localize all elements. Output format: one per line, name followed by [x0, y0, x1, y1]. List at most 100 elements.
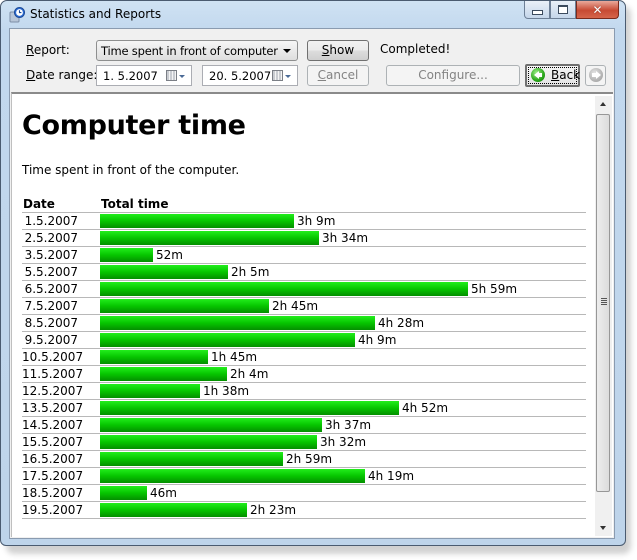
statistics-window: Statistics and Reports ✕ Report: Time sp…	[0, 0, 626, 546]
date-from-value: 1. 5.2007	[103, 69, 158, 83]
report-label: Report:	[26, 43, 70, 57]
time-bar	[100, 333, 355, 347]
time-label: 4h 19m	[368, 469, 415, 483]
time-label: 3h 9m	[297, 214, 336, 228]
date-cell: 15.5.2007	[22, 435, 84, 449]
time-bar	[100, 265, 228, 279]
vertical-scrollbar[interactable]	[595, 96, 612, 536]
minimize-icon	[531, 9, 543, 15]
date-cell: 11.5.2007	[22, 367, 84, 381]
table-row: 3.5.2007 52m	[22, 246, 586, 263]
time-label: 2h 45m	[272, 299, 319, 313]
configure-button[interactable]: Configure...	[386, 65, 520, 86]
back-accesskey: B	[551, 68, 560, 82]
time-label: 46m	[150, 486, 177, 500]
status-text: Completed!	[380, 42, 451, 56]
time-bar	[100, 299, 269, 313]
scroll-up-icon[interactable]	[600, 102, 606, 106]
time-bar	[100, 503, 247, 517]
table-row: 12.5.2007 1h 38m	[22, 382, 586, 399]
column-header-total-time: Total time	[101, 197, 169, 211]
table-row: 5.5.2007 2h 5m	[22, 263, 586, 280]
time-bar	[100, 350, 208, 364]
report-label-text: eport:	[33, 43, 70, 57]
scrollbar-thumb[interactable]	[596, 114, 610, 492]
table-row: 19.5.2007 2h 23m	[22, 501, 586, 519]
back-label-text: ack	[559, 68, 581, 82]
app-clock-icon	[9, 7, 25, 23]
chevron-down-icon	[285, 75, 291, 78]
forward-button[interactable]	[585, 65, 606, 86]
show-label: how	[329, 43, 355, 57]
date-cell: 9.5.2007	[24, 333, 78, 347]
back-label: Back	[551, 66, 580, 85]
table-row: 11.5.2007 2h 4m	[22, 365, 586, 382]
time-label: 2h 59m	[286, 452, 333, 466]
time-bar	[100, 248, 153, 262]
date-cell: 3.5.2007	[24, 248, 78, 262]
date-cell: 12.5.2007	[22, 384, 84, 398]
date-cell: 2.5.2007	[24, 231, 78, 245]
time-bar	[100, 435, 317, 449]
date-range-label: Date range:	[26, 68, 97, 82]
table-row: 15.5.2007 3h 32m	[22, 433, 586, 450]
time-label: 3h 37m	[325, 418, 372, 432]
date-to-picker[interactable]: 20. 5.2007	[202, 65, 298, 86]
column-header-date: Date	[23, 197, 55, 211]
table-row: 2.5.2007 3h 34m	[22, 229, 586, 246]
time-label: 4h 52m	[402, 401, 449, 415]
date-cell: 18.5.2007	[22, 486, 84, 500]
back-button[interactable]: Back	[525, 64, 580, 87]
chevron-down-icon	[179, 75, 185, 78]
time-label: 3h 32m	[320, 435, 367, 449]
table-row: 6.5.2007 5h 59m	[22, 280, 586, 297]
time-label: 4h 28m	[378, 316, 425, 330]
scroll-down-icon[interactable]	[600, 526, 606, 530]
date-cell: 6.5.2007	[24, 282, 78, 296]
forward-arrow-icon	[589, 68, 603, 82]
report-table: 1.5.2007 3h 9m 2.5.2007 3h 34m 3.5.2007 52m 5.…	[22, 212, 586, 519]
date-cell: 17.5.2007	[22, 469, 84, 483]
maximize-button[interactable]	[550, 1, 576, 19]
date-cell: 13.5.2007	[22, 401, 84, 415]
time-bar	[100, 469, 365, 483]
date-cell: 19.5.2007	[22, 503, 84, 517]
report-select[interactable]: Time spent in front of computer	[96, 40, 298, 61]
time-label: 2h 5m	[231, 265, 270, 279]
date-cell: 1.5.2007	[24, 214, 78, 228]
table-row: 14.5.2007 3h 37m	[22, 416, 586, 433]
maximize-icon	[558, 5, 568, 14]
date-from-picker[interactable]: 1. 5.2007	[96, 65, 192, 86]
report-title: Computer time	[22, 110, 246, 141]
cancel-label: ancel	[326, 68, 359, 82]
close-icon: ✕	[592, 2, 603, 17]
time-label: 4h 9m	[358, 333, 397, 347]
date-to-value: 20. 5.2007	[209, 69, 272, 83]
calendar-icon[interactable]	[272, 70, 283, 81]
show-button[interactable]: Show	[307, 40, 369, 61]
time-label: 1h 45m	[211, 350, 258, 364]
cancel-button[interactable]: Cancel	[307, 65, 369, 86]
date-cell: 7.5.2007	[24, 299, 78, 313]
date-range-accesskey: D	[26, 68, 36, 82]
back-arrow-icon	[531, 68, 545, 82]
minimize-button[interactable]	[524, 1, 550, 19]
report-description: Time spent in front of the computer.	[22, 163, 240, 177]
title-bar[interactable]: Statistics and Reports ✕	[1, 1, 625, 28]
time-bar	[100, 452, 283, 466]
time-bar	[100, 384, 200, 398]
time-label: 52m	[156, 248, 183, 262]
time-bar	[100, 486, 147, 500]
chevron-down-icon	[283, 49, 291, 53]
time-bar	[100, 367, 227, 381]
calendar-icon[interactable]	[166, 70, 177, 81]
report-view: Computer time Time spent in front of the…	[11, 92, 613, 537]
table-row: 10.5.2007 1h 45m	[22, 348, 586, 365]
time-label: 2h 23m	[250, 503, 297, 517]
time-bar	[100, 401, 399, 415]
close-button[interactable]: ✕	[576, 1, 619, 19]
table-row: 7.5.2007 2h 45m	[22, 297, 586, 314]
date-cell: 5.5.2007	[24, 265, 78, 279]
time-bar	[100, 418, 322, 432]
time-bar	[100, 282, 468, 296]
